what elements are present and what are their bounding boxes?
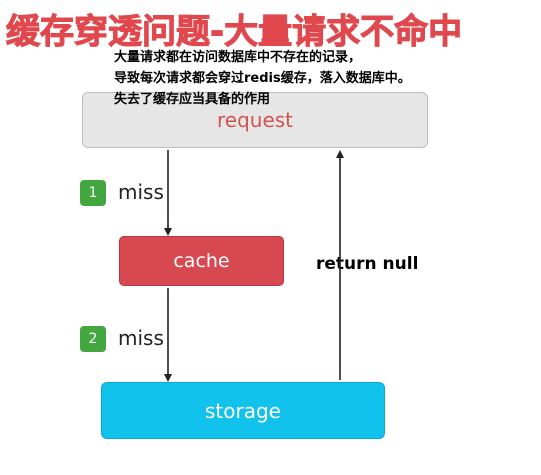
note-line-2: 导致每次请求都会穿过redis缓存，落入数据库中。 (114, 71, 411, 86)
note-line-1: 大量请求都在访问数据库中不存在的记录， (114, 50, 362, 65)
description-note: 大量请求都在访问数据库中不存在的记录， 导致每次请求都会穿过redis缓存，落入… (114, 47, 494, 110)
note-line-3: 失去了缓存应当具备的作用 (114, 92, 271, 107)
